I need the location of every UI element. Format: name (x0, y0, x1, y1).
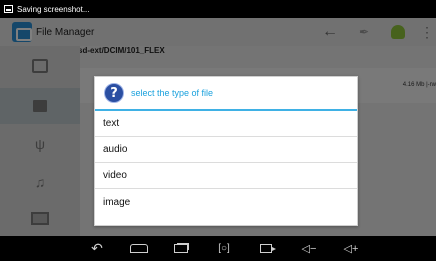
camera-icon[interactable] (256, 240, 276, 257)
recent-apps-icon[interactable] (172, 240, 190, 257)
option-text[interactable]: text (95, 111, 357, 137)
option-audio[interactable]: audio (95, 137, 357, 163)
screenshot-notification-icon (4, 5, 13, 13)
status-notification-text: Saving screenshot... (17, 4, 90, 14)
help-icon: ? (104, 83, 124, 103)
screenshot-icon[interactable]: [○] (212, 240, 236, 257)
volume-up-icon[interactable]: ◁+ (340, 240, 362, 257)
screen: Saving screenshot... File Manager ← ✒ ⋮ … (0, 0, 436, 261)
system-navigation-bar: ↶ [○] ◁− ◁+ (0, 236, 436, 261)
back-icon[interactable]: ↶ (86, 240, 108, 257)
option-video[interactable]: video (95, 163, 357, 189)
dialog-header: ? select the type of file (95, 77, 357, 111)
status-bar: Saving screenshot... (0, 0, 436, 18)
option-image[interactable]: image (95, 189, 357, 215)
home-icon[interactable] (128, 240, 150, 257)
volume-down-icon[interactable]: ◁− (298, 240, 320, 257)
app-window: File Manager ← ✒ ⋮ sd-ext/DCIM/101_FLEX … (0, 18, 436, 236)
dialog-title: select the type of file (131, 88, 214, 98)
file-type-dialog: ? select the type of file text audio vid… (94, 76, 358, 226)
